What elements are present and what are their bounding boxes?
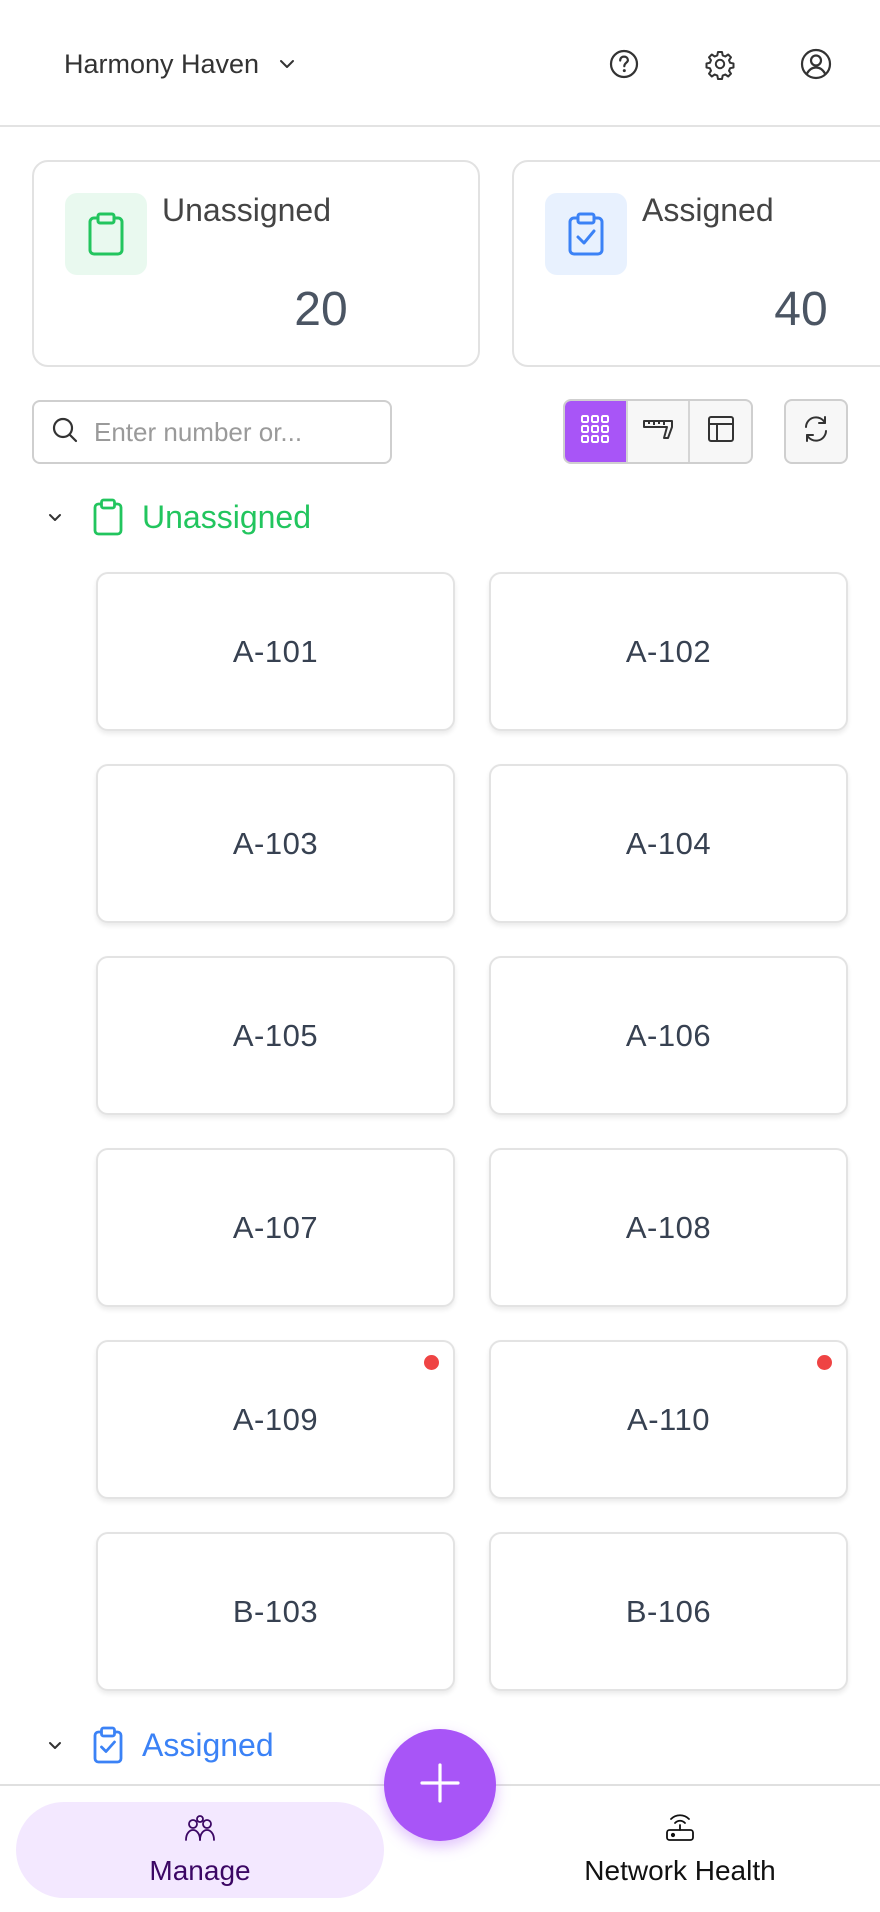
- unit-grid: A-101 A-102 A-103 A-104 A-105 A-106 A-107 A-108…: [96, 572, 848, 1691]
- assigned-summary-card[interactable]: Assigned 40: [512, 160, 880, 367]
- unit-label: A-102: [625, 633, 712, 669]
- summary-title: Assigned: [642, 192, 774, 228]
- unit-card[interactable]: A-106: [489, 956, 848, 1115]
- refresh-icon: [801, 414, 831, 449]
- app-header: Harmony Haven: [0, 0, 880, 127]
- clipboard-check-icon: [92, 1726, 124, 1764]
- section-label: Assigned: [142, 1726, 274, 1763]
- search-box[interactable]: [32, 400, 392, 464]
- unit-label: A-108: [625, 1209, 712, 1245]
- clipboard-icon: [92, 498, 124, 536]
- unit-label: A-107: [232, 1209, 319, 1245]
- ruler-icon: [642, 414, 674, 449]
- unassigned-section-header[interactable]: Unassigned: [40, 492, 311, 542]
- unit-label: A-103: [232, 825, 319, 861]
- unit-card[interactable]: A-104: [489, 764, 848, 923]
- assigned-section-header[interactable]: Assigned: [40, 1720, 274, 1770]
- people-icon: [183, 1814, 217, 1849]
- clipboard-icon: [65, 193, 147, 275]
- unit-card[interactable]: A-107: [96, 1148, 455, 1307]
- unit-label: A-105: [232, 1017, 319, 1053]
- summary-count: 20: [294, 283, 348, 336]
- unit-card[interactable]: A-103: [96, 764, 455, 923]
- unit-card[interactable]: A-110: [489, 1340, 848, 1499]
- alert-indicator-dot: [817, 1355, 832, 1370]
- property-selector[interactable]: Harmony Haven: [64, 44, 297, 84]
- summary-count: 40: [774, 283, 828, 336]
- unit-card[interactable]: A-108: [489, 1148, 848, 1307]
- chevron-down-icon: [40, 1736, 70, 1754]
- unit-card[interactable]: A-101: [96, 572, 455, 731]
- unit-label: A-101: [232, 633, 319, 669]
- unit-card[interactable]: B-106: [489, 1532, 848, 1691]
- ruler-view-button[interactable]: [625, 401, 689, 462]
- refresh-button[interactable]: [784, 399, 848, 464]
- grid-icon: [580, 414, 610, 449]
- unit-label: A-106: [625, 1017, 712, 1053]
- grid-view-button[interactable]: [565, 401, 626, 462]
- view-mode-toggle: [563, 399, 753, 464]
- unit-label: A-110: [627, 1401, 710, 1437]
- search-input[interactable]: [94, 416, 354, 448]
- unit-card[interactable]: A-109: [96, 1340, 455, 1499]
- unit-card[interactable]: A-105: [96, 956, 455, 1115]
- summary-title: Unassigned: [162, 192, 331, 228]
- nav-label: Network Health: [584, 1854, 776, 1886]
- unit-label: B-106: [625, 1593, 712, 1629]
- clipboard-check-icon: [545, 193, 627, 275]
- chevron-down-icon: [40, 508, 70, 526]
- summary-cards: Unassigned 20 Assigned 40: [0, 127, 880, 372]
- table-icon: [706, 414, 736, 449]
- table-view-button[interactable]: [688, 401, 751, 462]
- profile-icon[interactable]: [796, 44, 836, 84]
- chevron-down-icon: [277, 54, 297, 74]
- unit-label: A-109: [232, 1401, 319, 1437]
- router-icon: [664, 1813, 696, 1849]
- nav-manage[interactable]: Manage: [16, 1802, 384, 1898]
- unit-label: B-103: [232, 1593, 319, 1629]
- search-icon: [50, 415, 80, 450]
- help-icon[interactable]: [604, 44, 644, 84]
- settings-icon[interactable]: [700, 44, 740, 84]
- unit-card[interactable]: B-103: [96, 1532, 455, 1691]
- add-fab-button[interactable]: [384, 1729, 496, 1841]
- property-name: Harmony Haven: [64, 48, 260, 79]
- nav-network-health[interactable]: Network Health: [496, 1802, 864, 1898]
- unit-card[interactable]: A-102: [489, 572, 848, 731]
- plus-icon: [416, 1759, 464, 1812]
- nav-label: Manage: [149, 1854, 251, 1886]
- alert-indicator-dot: [424, 1355, 439, 1370]
- unit-label: A-104: [625, 825, 712, 861]
- section-label: Unassigned: [142, 498, 311, 535]
- unassigned-summary-card[interactable]: Unassigned 20: [32, 160, 480, 367]
